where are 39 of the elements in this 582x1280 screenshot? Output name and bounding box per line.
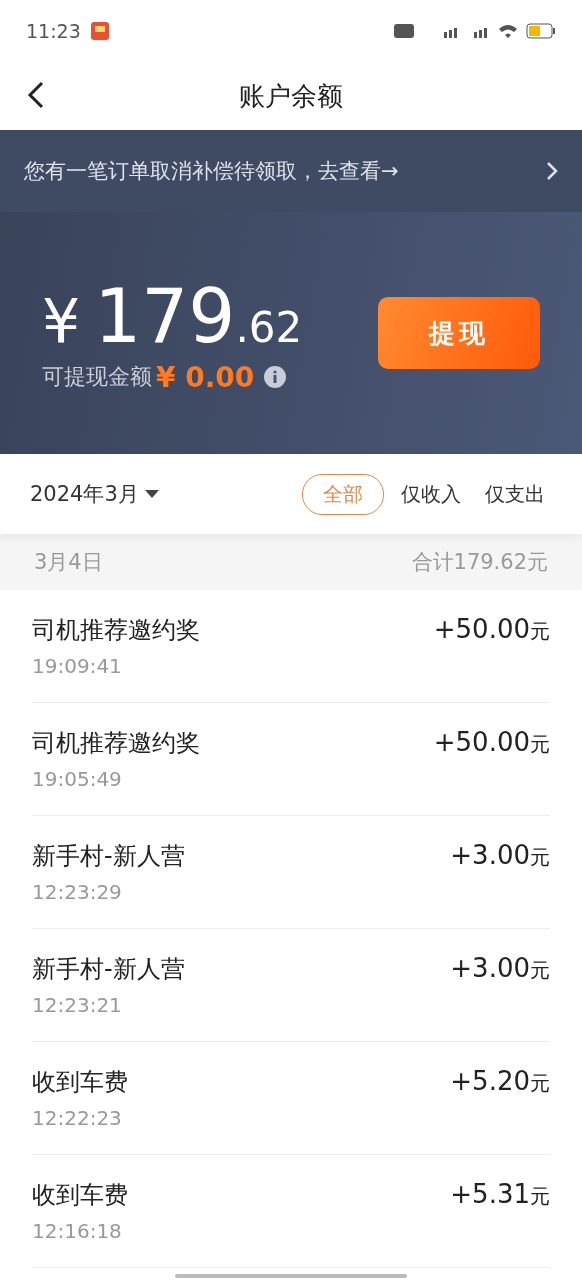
app-notification-icon [90, 22, 109, 40]
back-icon [26, 80, 46, 110]
month-selector[interactable]: 2024年3月 [30, 480, 159, 508]
transaction-amount: +3.00元 [450, 840, 550, 872]
transaction-amount: +50.00元 [433, 727, 550, 759]
transaction-title: 收到车费 [32, 1067, 128, 1098]
transaction-title: 收到车费 [32, 1180, 128, 1211]
page-title: 账户余额 [239, 79, 343, 113]
filter-tab[interactable]: 仅支出 [478, 473, 552, 515]
balance-decimal: .62 [235, 302, 303, 352]
transaction-title: 新手村-新人营 [32, 841, 185, 872]
transaction-title: 司机推荐邀约奖 [32, 728, 200, 759]
status-time: 11:23 [26, 20, 81, 42]
available-label: 可提现金额 [42, 363, 152, 391]
transaction-amount: +3.00元 [450, 953, 550, 985]
transaction-amount: +50.00元 [433, 614, 550, 646]
notice-text: 您有一笔订单取消补偿待领取，去查看→ [24, 158, 399, 185]
transaction-time: 12:23:29 [32, 880, 123, 904]
transaction-amount: +5.31元 [450, 1179, 550, 1211]
day-total: 合计179.62元 [411, 549, 548, 576]
wifi-icon [498, 23, 518, 39]
currency-symbol: ¥ [42, 285, 81, 356]
available-amount: ¥ 0.00 [156, 360, 255, 394]
info-icon[interactable] [264, 366, 287, 388]
filter-tab[interactable]: 仅收入 [394, 473, 468, 515]
balance-integer: 179 [94, 272, 236, 359]
transaction-time: 19:09:41 [32, 654, 123, 678]
date-label: 3月4日 [34, 549, 103, 576]
transaction-title: 新手村-新人营 [32, 954, 185, 985]
notice-banner[interactable]: 您有一笔订单取消补偿待领取，去查看→ [0, 130, 582, 212]
transaction-time: 12:22:23 [32, 1106, 123, 1130]
caret-icon [144, 490, 159, 498]
transaction-title: 司机推荐邀约奖 [32, 615, 200, 646]
transaction-time: 12:16:18 [32, 1219, 123, 1243]
battery-icon [526, 23, 556, 39]
transaction-time: 19:05:49 [32, 767, 123, 791]
chevron-right-icon [546, 161, 558, 181]
transaction-amount: +5.20元 [450, 1066, 550, 1098]
transaction-time: 12:23:21 [32, 993, 123, 1017]
